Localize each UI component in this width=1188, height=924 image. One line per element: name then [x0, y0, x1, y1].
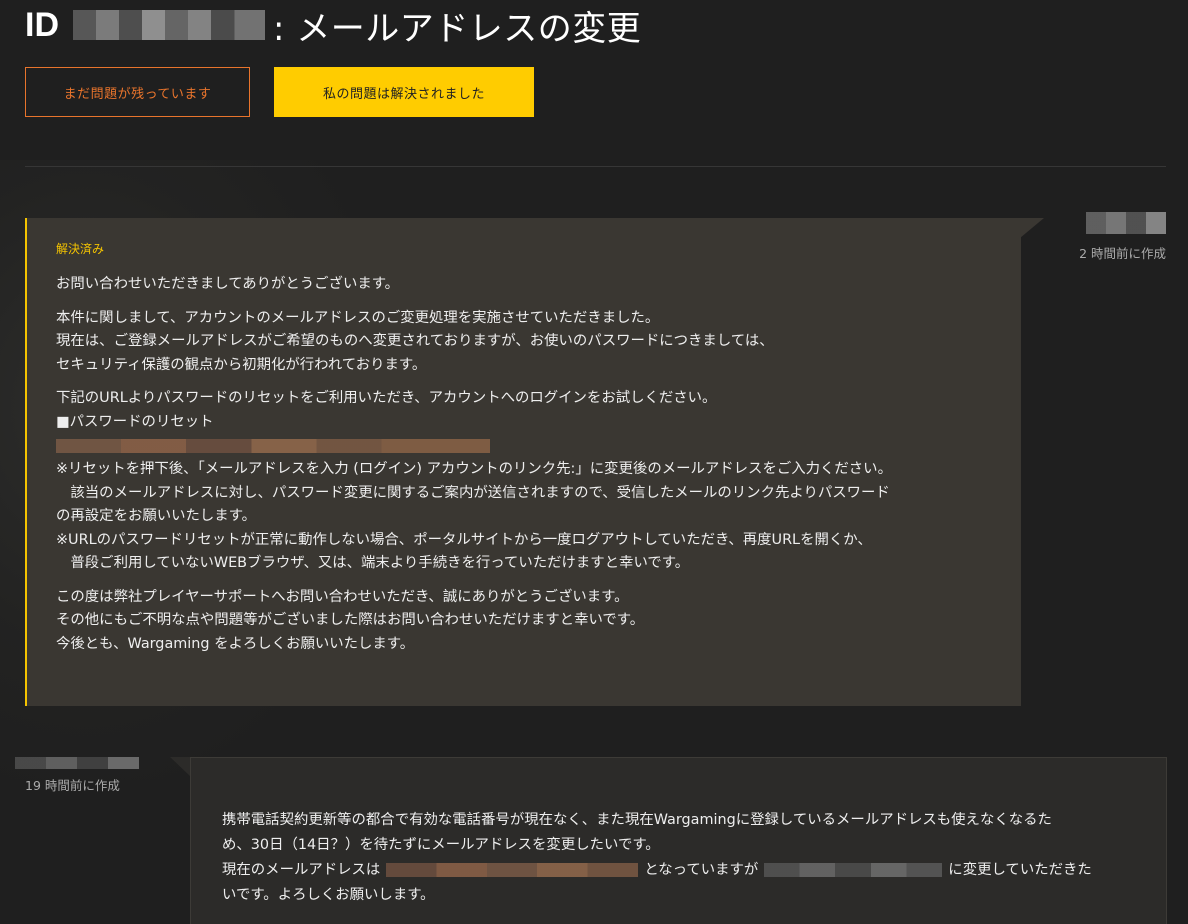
message-line: お問い合わせいただきましてありがとうございます。: [56, 276, 400, 292]
status-badge: 解決済み: [56, 242, 105, 256]
message-line: 携帯電話契約更新等の都合で有効な電話番号が現在なく、また現在Wargamingに…: [222, 812, 1052, 828]
message-line: 今後とも、Wargaming をよろしくお願いいたします。: [56, 635, 415, 652]
user-message-time: 19 時間前に作成: [25, 778, 120, 793]
staff-message-meta: 2 時間前に作成: [1079, 212, 1166, 262]
message-paragraph: ※リセットを押下後、「メールアドレスを入力 (ログイン) アカウントのリンク先:…: [56, 458, 996, 576]
message-line: 現在のメールアドレスは となっていますが に変更していただきた: [222, 858, 1142, 883]
message-fragment: となっていますが: [644, 862, 759, 878]
staff-bubble-tail: [1020, 218, 1044, 238]
message-line: 本件に関しまして、アカウントのメールアドレスのご変更処理を実施させていただきまし…: [56, 309, 660, 326]
message-line: ※URLのパスワードリセットが正常に動作しない場合、ポータルサイトから一度ログア…: [56, 531, 872, 548]
title-subject: : メールアドレスの変更: [273, 8, 642, 49]
message-line: 現在は、ご登録メールアドレスがご希望のものへ変更されておりますが、お使いのパスワ…: [56, 333, 774, 349]
message-line: め、30日（14日？）を待たずにメールアドレスを変更したいです。: [222, 837, 660, 853]
message-line: その他にもご不明な点や問題等がございました際はお問い合わせいただけますと幸いです…: [56, 612, 645, 628]
message-line: セキュリティ保護の観点から初期化が行われております。: [56, 356, 427, 373]
message-line: 下記のURLよりパスワードのリセットをご利用いただき、アカウントへのログインをお…: [56, 390, 717, 406]
message-line: ■パスワードのリセット: [56, 413, 214, 430]
header-divider: [25, 166, 1166, 167]
message-paragraph: 下記のURLよりパスワードのリセットをご利用いただき、アカウントへのログインをお…: [56, 387, 996, 434]
redacted-reset-link[interactable]: [56, 439, 490, 453]
ticket-page: ID : メールアドレスの変更 まだ問題が残っています 私の問題は解決されました…: [0, 0, 1188, 924]
message-line: 普段ご利用していないWEBブラウザ、又は、端末より手続きを行っていただけますと幸…: [56, 555, 690, 571]
message-paragraph: お問い合わせいただきましてありがとうございます。: [56, 273, 996, 297]
still-unresolved-button[interactable]: まだ問題が残っています: [25, 67, 250, 117]
user-bubble-tail: [170, 757, 191, 777]
message-paragraph: 本件に関しまして、アカウントのメールアドレスのご変更処理を実施させていただきまし…: [56, 307, 996, 378]
message-line: ※リセットを押下後、「メールアドレスを入力 (ログイン) アカウントのリンク先:…: [56, 461, 892, 477]
message-line: この度は弊社プレイヤーサポートへお問い合わせいただき、誠にありがとうございます。: [56, 588, 629, 605]
redacted-ticket-id: [73, 10, 265, 40]
page-title: ID : メールアドレスの変更: [25, 0, 641, 50]
message-paragraph: この度は弊社プレイヤーサポートへお問い合わせいただき、誠にありがとうございます。…: [56, 586, 996, 657]
title-id-label: ID: [25, 5, 59, 44]
message-line: いです。よろしくお願いします。: [222, 887, 435, 903]
message-fragment: 現在のメールアドレスは: [222, 862, 381, 878]
message-line: 該当のメールアドレスに対し、パスワード変更に関するご案内が送信されますので、受信…: [56, 484, 890, 501]
redacted-staff-name: [1086, 212, 1166, 234]
staff-message-bubble: 解決済み お問い合わせいただきましてありがとうございます。 本件に関しまして、ア…: [25, 218, 1021, 706]
resolved-button[interactable]: 私の問題は解決されました: [274, 67, 534, 117]
redacted-new-email: [764, 863, 943, 877]
message-fragment: に変更していただきた: [948, 862, 1092, 878]
staff-message-time: 2 時間前に作成: [1079, 246, 1166, 261]
user-message-bubble: 携帯電話契約更新等の都合で有効な電話番号が現在なく、また現在Wargamingに…: [190, 757, 1167, 924]
redacted-current-email: [386, 863, 639, 877]
user-message-meta: 19 時間前に作成: [15, 757, 139, 794]
message-line: の再設定をお願いいたします。: [56, 508, 257, 524]
redacted-user-name: [15, 757, 139, 769]
